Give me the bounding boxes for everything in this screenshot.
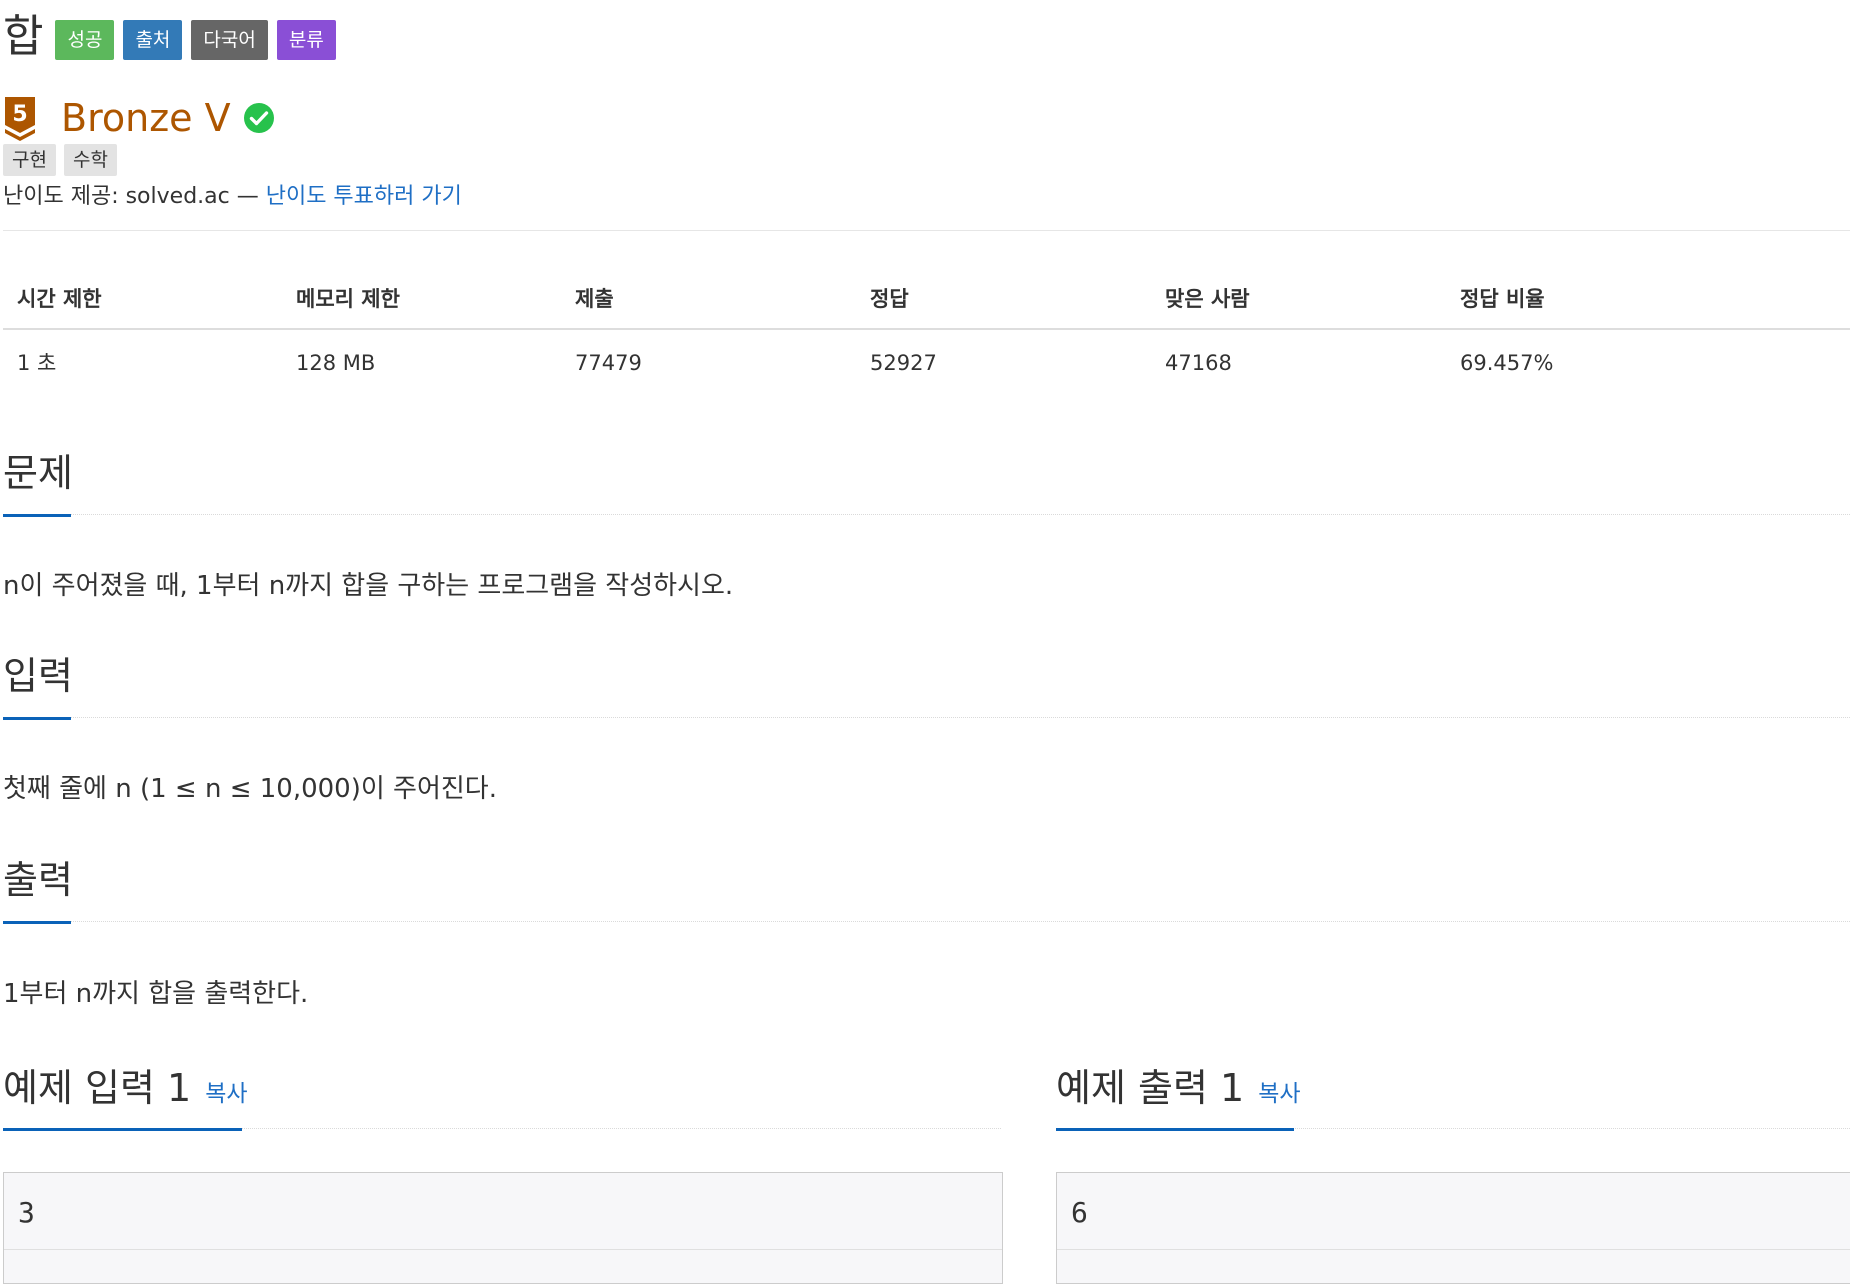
- sample-output-underline: [1056, 1128, 1850, 1131]
- bronze-tier-icon: 5: [5, 97, 35, 141]
- output-heading-underline: [3, 921, 1850, 924]
- sample-input-title: 예제 입력 1: [3, 1066, 192, 1110]
- stats-header-submissions: 제출: [575, 287, 614, 311]
- badge-multilang[interactable]: 다국어: [191, 19, 268, 60]
- stats-solvers: 47168: [1165, 351, 1232, 375]
- stats-header-accepted: 정답: [870, 287, 909, 311]
- sample-input-value: 3: [18, 1196, 35, 1229]
- problem-title-row: 합 성공 출처 다국어 분류: [3, 12, 345, 62]
- sample-output-heading: 예제 출력 1 복사: [1056, 1063, 1301, 1119]
- sample-input-copy-button[interactable]: 복사: [205, 1081, 247, 1107]
- sample-input-heading: 예제 입력 1 복사: [3, 1063, 248, 1119]
- check-circle-icon: [243, 103, 274, 133]
- problem-description: n이 주어졌을 때, 1부터 n까지 합을 구하는 프로그램을 작성하시오.: [3, 571, 734, 601]
- tier-name[interactable]: Bronze V: [61, 95, 231, 141]
- sample-output-copy-button[interactable]: 복사: [1258, 1081, 1300, 1107]
- stats-submissions: 77479: [575, 351, 642, 375]
- sample-output-divider: [1057, 1249, 1850, 1250]
- badge-success[interactable]: 성공: [55, 19, 115, 60]
- sample-input-divider: [4, 1249, 1002, 1250]
- badge-category[interactable]: 분류: [276, 19, 336, 60]
- difficulty-provider-text: 난이도 제공: solved.ac —: [3, 184, 259, 209]
- algorithm-tags: 구현 수학: [3, 144, 125, 176]
- sample-output-box[interactable]: 6: [1056, 1172, 1850, 1284]
- stats-value-row: 1 초 128 MB 77479 52927 47168 69.457%: [3, 330, 1850, 398]
- badge-source[interactable]: 출처: [123, 19, 183, 60]
- sample-input-box[interactable]: 3: [3, 1172, 1003, 1284]
- tag-implementation[interactable]: 구현: [3, 144, 56, 176]
- difficulty-vote-link[interactable]: 난이도 투표하러 가기: [266, 184, 462, 209]
- stats-time-limit: 1 초: [17, 351, 57, 375]
- input-description: 첫째 줄에 n (1 ≤ n ≤ 10,000)이 주어진다.: [3, 774, 497, 804]
- tag-math[interactable]: 수학: [63, 144, 117, 176]
- output-heading: 출력: [3, 858, 73, 902]
- stats-table: 시간 제한 메모리 제한 제출 정답 맞은 사람 정답 비율 1 초 128 M…: [3, 278, 1850, 398]
- sample-output-value: 6: [1071, 1196, 1088, 1229]
- header-divider: [3, 230, 1850, 231]
- problem-heading-underline: [3, 514, 1850, 517]
- tier-level: 5: [12, 102, 27, 127]
- stats-header-ratio: 정답 비율: [1460, 287, 1545, 311]
- stats-accepted: 52927: [870, 351, 937, 375]
- sample-input-underline: [3, 1128, 1001, 1131]
- stats-header-solvers: 맞은 사람: [1165, 287, 1250, 311]
- stats-ratio: 69.457%: [1460, 351, 1554, 375]
- difficulty-provider: 난이도 제공: solved.ac — 난이도 투표하러 가기: [3, 182, 462, 212]
- output-description: 1부터 n까지 합을 출력한다.: [3, 979, 309, 1009]
- stats-header-time-limit: 시간 제한: [17, 287, 102, 311]
- stats-memory-limit: 128 MB: [296, 351, 376, 375]
- tier-row: 5 Bronze V: [3, 94, 275, 142]
- problem-title: 합: [3, 11, 44, 62]
- input-heading-underline: [3, 717, 1850, 720]
- stats-header-row: 시간 제한 메모리 제한 제출 정답 맞은 사람 정답 비율: [3, 278, 1850, 330]
- sample-output-title: 예제 출력 1: [1056, 1066, 1245, 1110]
- input-heading: 입력: [3, 654, 73, 698]
- problem-heading: 문제: [3, 451, 73, 495]
- stats-header-memory-limit: 메모리 제한: [296, 287, 400, 311]
- problem-page: 합 성공 출처 다국어 분류 5 Bronze V 구현 수학 난이도 제공: …: [0, 0, 1850, 1284]
